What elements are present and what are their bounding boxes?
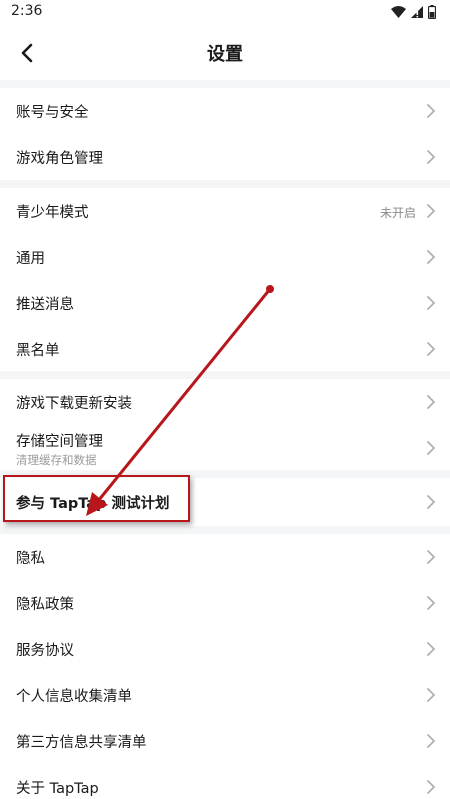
chevron-right-icon [427,596,435,610]
settings-item-service-agreement[interactable]: 服务协议 [0,626,450,672]
chevron-right-icon [427,204,435,218]
chevron-right-icon [427,780,435,794]
settings-item-third-party-sharing[interactable]: 第三方信息共享清单 [0,718,450,764]
chevron-right-icon [427,550,435,564]
settings-item-teen-mode[interactable]: 青少年模式 未开启 [0,188,450,234]
settings-item-label: 青少年模式 [16,205,89,221]
settings-item-download-install[interactable]: 游戏下载更新安装 [0,379,450,425]
wifi-icon [391,6,406,18]
settings-item-label: 存储空间管理 [16,434,103,450]
page-title: 设置 [207,44,243,65]
chevron-right-icon [427,688,435,702]
group-divider [0,180,450,188]
settings-item-label: 推送消息 [16,297,74,313]
settings-item-label: 个人信息收集清单 [16,689,132,705]
chevron-right-icon [427,342,435,356]
chevron-right-icon [427,642,435,656]
settings-item-label: 黑名单 [16,343,60,359]
chevron-right-icon [427,495,435,509]
chevron-right-icon [427,250,435,264]
status-time: 2:36 [11,3,43,19]
settings-item-game-roles[interactable]: 游戏角色管理 [0,134,450,180]
chevron-right-icon [427,150,435,164]
settings-item-label: 第三方信息共享清单 [16,735,147,751]
settings-item-blacklist[interactable]: 黑名单 [0,326,450,371]
group-divider [0,80,450,88]
chevron-right-icon [427,441,435,455]
settings-item-label: 服务协议 [16,643,74,659]
status-icons [391,4,436,20]
settings-item-label: 隐私 [16,551,45,567]
chevron-right-icon [427,104,435,118]
signal-icon [411,6,423,18]
settings-item-label: 游戏角色管理 [16,151,103,167]
nav-bar: 设置 [0,26,450,80]
settings-item-label: 关于 TapTap [16,781,99,797]
settings-item-sublabel: 清理缓存和数据 [16,453,97,467]
chevron-right-icon [427,734,435,748]
highlight-box [3,475,190,522]
settings-item-label: 隐私政策 [16,597,74,613]
settings-item-storage[interactable]: 存储空间管理 清理缓存和数据 [0,425,450,470]
settings-item-label: 通用 [16,251,45,267]
group-divider [0,371,450,379]
settings-item-privacy-policy[interactable]: 隐私政策 [0,580,450,626]
chevron-right-icon [427,296,435,310]
settings-item-general[interactable]: 通用 [0,234,450,280]
status-bar: 2:36 [0,0,450,26]
settings-item-push-notifications[interactable]: 推送消息 [0,280,450,326]
settings-item-personal-info-list[interactable]: 个人信息收集清单 [0,672,450,718]
settings-item-label: 账号与安全 [16,105,89,121]
settings-item-about[interactable]: 关于 TapTap [0,764,450,799]
group-divider [0,526,450,534]
chevron-right-icon [427,395,435,409]
settings-item-label: 游戏下载更新安装 [16,396,132,412]
settings-item-account-security[interactable]: 账号与安全 [0,88,450,134]
battery-icon [428,5,436,19]
teen-mode-status: 未开启 [379,206,416,220]
settings-item-privacy[interactable]: 隐私 [0,534,450,580]
